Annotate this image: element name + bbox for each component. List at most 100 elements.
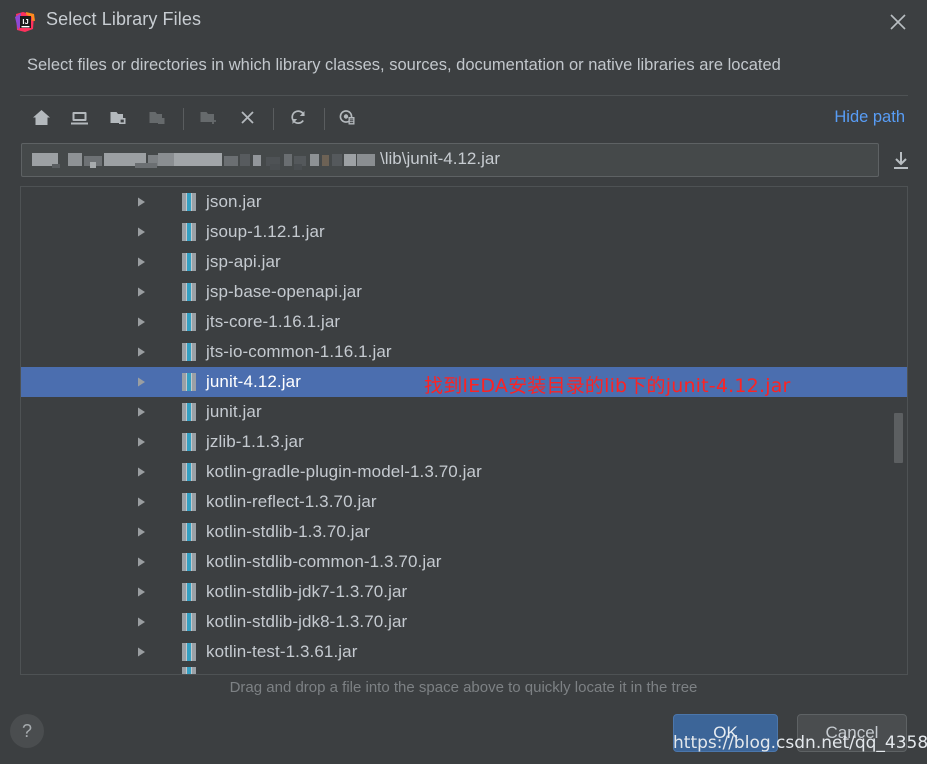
hide-path-link[interactable]: Hide path: [834, 108, 905, 127]
folder-add-icon: [199, 108, 218, 132]
svg-text:IJ: IJ: [22, 17, 28, 26]
list-item-label: jsp-base-openapi.jar: [206, 282, 363, 301]
triangle-right-icon[interactable]: [134, 615, 148, 629]
folder-open-icon: [109, 108, 128, 132]
list-item-label: kotlin-test-1.3.61.jar: [206, 642, 358, 661]
file-tree-scrollbar-thumb[interactable]: [894, 413, 903, 463]
list-item-label: jts-core-1.16.1.jar: [206, 312, 341, 331]
path-row: \lib\junit-4.12.jar: [0, 143, 927, 179]
toolbar-separator-1: [183, 108, 184, 130]
jar-file-icon: [181, 643, 197, 661]
close-x-icon: [238, 108, 257, 132]
table-row[interactable]: json.jar: [21, 187, 907, 217]
help-label: ?: [21, 720, 32, 741]
list-item-label: junit-4.12.jar: [206, 372, 301, 391]
table-row[interactable]: kotlin-test-1.3.61.jar: [21, 637, 907, 667]
file-tree-scrollbar[interactable]: [892, 187, 906, 674]
table-row[interactable]: kotlin-stdlib-1.3.70.jar: [21, 517, 907, 547]
show-hidden-button[interactable]: [331, 104, 363, 136]
refresh-button[interactable]: [282, 104, 314, 136]
new-folder-button: [192, 104, 224, 136]
table-row[interactable]: [21, 667, 907, 674]
jar-file-icon: [181, 343, 197, 361]
table-row[interactable]: junit-4.12.jar: [21, 367, 907, 397]
table-row[interactable]: junit.jar: [21, 397, 907, 427]
triangle-right-icon[interactable]: [134, 255, 148, 269]
download-icon[interactable]: [889, 148, 913, 174]
table-row[interactable]: jsp-base-openapi.jar: [21, 277, 907, 307]
list-item-label: json.jar: [206, 192, 262, 211]
jar-file-icon: [181, 613, 197, 631]
folder-up-icon: [148, 108, 167, 132]
title-bar: IJ Select Library Files: [0, 0, 927, 44]
jar-file-icon: [181, 283, 197, 301]
ok-button[interactable]: OK: [673, 714, 778, 752]
triangle-right-icon[interactable]: [134, 195, 148, 209]
jar-file-icon: [181, 433, 197, 451]
help-button[interactable]: ?: [10, 714, 44, 748]
list-item-label: kotlin-reflect-1.3.70.jar: [206, 492, 377, 511]
jar-file-icon: [181, 373, 197, 391]
triangle-right-icon[interactable]: [134, 585, 148, 599]
table-row[interactable]: kotlin-gradle-plugin-model-1.3.70.jar: [21, 457, 907, 487]
table-row[interactable]: jsoup-1.12.1.jar: [21, 217, 907, 247]
table-row[interactable]: kotlin-reflect-1.3.70.jar: [21, 487, 907, 517]
jar-file-icon: [181, 553, 197, 571]
cancel-button[interactable]: Cancel: [797, 714, 907, 752]
jar-file-icon: [181, 523, 197, 541]
home-button[interactable]: [25, 104, 57, 136]
triangle-right-icon[interactable]: [134, 525, 148, 539]
drag-drop-hint: Drag and drop a file into the space abov…: [229, 679, 698, 696]
table-row[interactable]: kotlin-stdlib-common-1.3.70.jar: [21, 547, 907, 577]
file-tree[interactable]: json.jar jsoup-1.12.1.jar jsp-api.jar jsp-b…: [20, 186, 908, 675]
triangle-right-icon[interactable]: [134, 405, 148, 419]
table-row[interactable]: kotlin-stdlib-jdk8-1.3.70.jar: [21, 607, 907, 637]
list-item-label: jsp-api.jar: [206, 252, 281, 271]
triangle-right-icon[interactable]: [134, 645, 148, 659]
parent-folder-button: [141, 104, 173, 136]
table-row[interactable]: jts-io-common-1.16.1.jar: [21, 337, 907, 367]
triangle-right-icon[interactable]: [134, 345, 148, 359]
toolbar-separator-3: [324, 108, 325, 130]
jar-file-icon: [181, 313, 197, 331]
path-masked-prefix: [32, 150, 380, 172]
delete-button[interactable]: [231, 104, 263, 136]
desktop-button[interactable]: [63, 104, 95, 136]
file-chooser-toolbar: Hide path: [0, 100, 927, 140]
subtitle-divider: [20, 95, 908, 96]
list-item-label: jsoup-1.12.1.jar: [206, 222, 325, 241]
dialog-subtitle: Select files or directories in which lib…: [27, 56, 781, 74]
desktop-icon: [70, 108, 89, 132]
list-item-label: kotlin-stdlib-common-1.3.70.jar: [206, 552, 442, 571]
triangle-right-icon[interactable]: [134, 375, 148, 389]
jar-file-icon: [181, 667, 197, 674]
triangle-right-icon[interactable]: [134, 315, 148, 329]
path-visible-value: \lib\junit-4.12.jar: [380, 149, 501, 168]
triangle-right-icon[interactable]: [134, 225, 148, 239]
triangle-right-icon[interactable]: [134, 465, 148, 479]
list-item-label: jzlib-1.1.3.jar: [206, 432, 304, 451]
open-folder-button[interactable]: [102, 104, 134, 136]
table-row[interactable]: jts-core-1.16.1.jar: [21, 307, 907, 337]
hidden-files-icon: [338, 108, 357, 132]
triangle-right-icon[interactable]: [134, 555, 148, 569]
triangle-right-icon[interactable]: [134, 285, 148, 299]
list-item-label: kotlin-stdlib-1.3.70.jar: [206, 522, 370, 541]
jar-file-icon: [181, 463, 197, 481]
table-row[interactable]: jzlib-1.1.3.jar: [21, 427, 907, 457]
table-row[interactable]: kotlin-stdlib-jdk7-1.3.70.jar: [21, 577, 907, 607]
close-icon[interactable]: [883, 8, 913, 36]
triangle-right-icon[interactable]: [134, 435, 148, 449]
list-item-label: jts-io-common-1.16.1.jar: [206, 342, 392, 361]
page-title: Select Library Files: [46, 9, 202, 29]
jar-file-icon: [181, 583, 197, 601]
ok-label: OK: [713, 723, 738, 742]
table-row[interactable]: jsp-api.jar: [21, 247, 907, 277]
path-input[interactable]: \lib\junit-4.12.jar: [21, 143, 879, 177]
jar-file-icon: [181, 193, 197, 211]
list-item-label: kotlin-stdlib-jdk8-1.3.70.jar: [206, 612, 408, 631]
list-item-label: kotlin-stdlib-jdk7-1.3.70.jar: [206, 582, 408, 601]
intellij-idea-logo-icon: IJ: [14, 11, 36, 33]
triangle-right-icon[interactable]: [134, 495, 148, 509]
home-icon: [32, 108, 51, 132]
